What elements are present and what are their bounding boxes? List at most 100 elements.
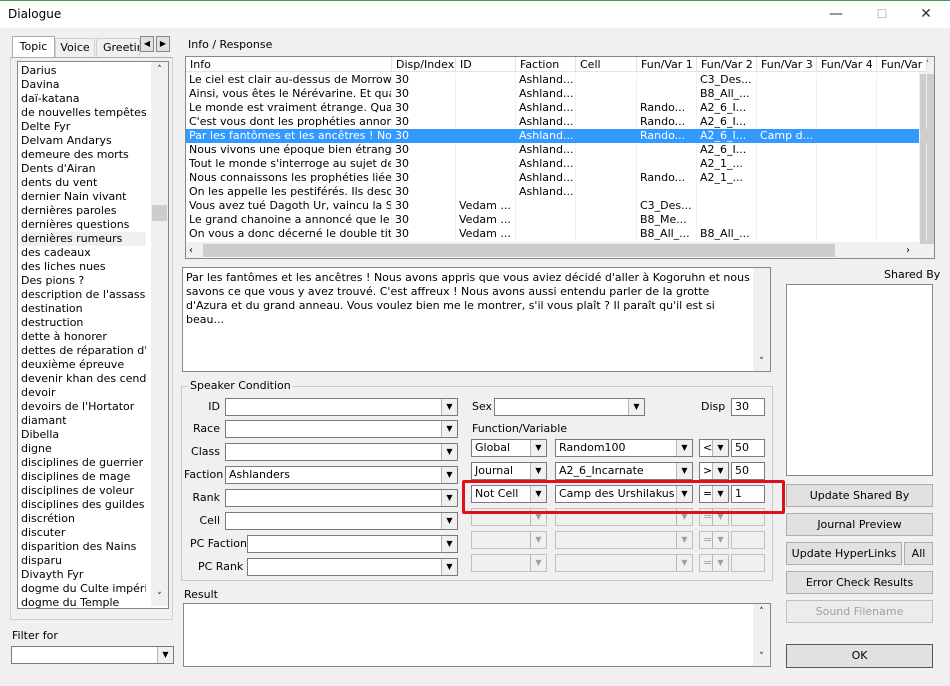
table-cell[interactable]: Ashland... [516, 185, 576, 199]
table-cell[interactable] [877, 73, 927, 87]
tab-scroll-left-button[interactable]: ◀ [140, 36, 154, 52]
table-cell[interactable] [877, 143, 927, 157]
table-cell[interactable] [456, 143, 516, 157]
field-combo[interactable]: ▼ [225, 398, 458, 416]
compare-op-combo[interactable]: = ▼ [699, 531, 729, 549]
table-cell[interactable]: A2_1_... [697, 171, 757, 185]
column-header[interactable]: ID [456, 57, 516, 72]
chevron-left-icon[interactable]: ‹ [189, 242, 193, 258]
grid-hscrollbar[interactable]: ‹ › [186, 242, 919, 258]
error-check-results-button[interactable]: Error Check Results [786, 571, 933, 594]
table-cell[interactable] [817, 143, 877, 157]
function-type-combo[interactable]: ▼ [471, 554, 547, 572]
table-cell[interactable]: Ashland... [516, 157, 576, 171]
table-cell[interactable] [576, 157, 637, 171]
table-cell[interactable]: Ashland... [516, 129, 576, 143]
grid-hscroll-thumb[interactable] [203, 244, 835, 257]
minimize-button[interactable]: — [814, 3, 858, 25]
topic-item[interactable]: description de l'assassin [21, 288, 146, 302]
topic-item[interactable]: destination [21, 302, 146, 316]
topic-item[interactable]: dernier Nain vivant [21, 190, 146, 204]
table-cell[interactable]: Nous vivons une époque bien étrange.... [186, 143, 392, 157]
topic-item[interactable]: disciplines de mage [21, 470, 146, 484]
topic-item[interactable]: Dents d'Airan [21, 162, 146, 176]
table-cell[interactable] [456, 115, 516, 129]
table-cell[interactable] [637, 185, 697, 199]
table-cell[interactable] [757, 199, 817, 213]
table-cell[interactable]: A2_6_I... [697, 101, 757, 115]
table-cell[interactable] [757, 87, 817, 101]
table-cell[interactable]: Rando... [637, 171, 697, 185]
journal-preview-button[interactable]: Journal Preview [786, 513, 933, 536]
table-cell[interactable] [456, 157, 516, 171]
table-cell[interactable]: Le ciel est clair au-dessus de Morrowin.… [186, 73, 392, 87]
table-cell[interactable]: A2_6_I... [697, 115, 757, 129]
table-cell[interactable] [576, 115, 637, 129]
table-cell[interactable]: Ashland... [516, 101, 576, 115]
chevron-down-icon[interactable]: ˅ [753, 354, 770, 371]
table-cell[interactable] [456, 129, 516, 143]
compare-op-combo[interactable]: >=▼ [699, 462, 729, 480]
chevron-up-icon[interactable]: ˄ [753, 604, 770, 621]
topic-item[interactable]: des cadeaux [21, 246, 146, 260]
table-cell[interactable]: Ashland... [516, 87, 576, 101]
table-cell[interactable]: A2_6_I... [697, 129, 757, 143]
field-combo[interactable]: ▼ [225, 489, 458, 507]
field-combo[interactable]: ▼ [247, 535, 458, 553]
chevron-down-icon[interactable]: ˅ [753, 649, 770, 666]
table-cell[interactable] [576, 87, 637, 101]
topic-item[interactable]: dogme du Culte impérial [21, 582, 146, 596]
table-cell[interactable] [697, 199, 757, 213]
table-cell[interactable] [516, 213, 576, 227]
table-cell[interactable] [576, 171, 637, 185]
table-cell[interactable]: Le monde est vraiment étrange. Quand... [186, 101, 392, 115]
table-cell[interactable] [456, 101, 516, 115]
table-cell[interactable]: C3_Des... [697, 73, 757, 87]
table-cell[interactable] [637, 87, 697, 101]
topic-item[interactable]: Divayth Fyr [21, 568, 146, 582]
table-cell[interactable]: 30 [392, 157, 456, 171]
table-cell[interactable] [516, 199, 576, 213]
compare-op-combo[interactable]: = ▼ [699, 554, 729, 572]
table-cell[interactable]: Ashland... [516, 73, 576, 87]
chevron-right-icon[interactable]: › [906, 242, 910, 258]
table-cell[interactable] [456, 171, 516, 185]
field-combo[interactable]: ▼ [225, 512, 458, 530]
topic-item[interactable]: Des pions ? [21, 274, 146, 288]
table-cell[interactable] [637, 73, 697, 87]
table-cell[interactable]: 30 [392, 101, 456, 115]
table-cell[interactable]: Vedam ... [456, 199, 516, 213]
function-type-combo[interactable]: Global ▼ [471, 439, 547, 457]
table-cell[interactable] [757, 73, 817, 87]
table-cell[interactable] [637, 143, 697, 157]
table-cell[interactable] [576, 143, 637, 157]
column-header[interactable]: Info [186, 57, 392, 72]
table-cell[interactable] [877, 129, 927, 143]
table-cell[interactable] [817, 115, 877, 129]
table-cell[interactable] [456, 87, 516, 101]
table-cell[interactable] [757, 213, 817, 227]
column-header[interactable]: Fun/Var 4 [817, 57, 877, 72]
response-scrollbar[interactable]: ˅ [753, 268, 770, 371]
function-type-combo[interactable]: ▼ [471, 531, 547, 549]
table-cell[interactable]: On vous a donc décerné le double titre..… [186, 227, 392, 241]
table-cell[interactable]: C3_Des... [637, 199, 697, 213]
table-cell[interactable]: 30 [392, 199, 456, 213]
table-cell[interactable]: Ainsi, vous êtes le Nérévarine. Et quan.… [186, 87, 392, 101]
function-name-combo[interactable]: ▼ [555, 531, 693, 549]
table-cell[interactable]: 30 [392, 171, 456, 185]
table-cell[interactable]: 30 [392, 115, 456, 129]
column-header[interactable]: Faction [516, 57, 576, 72]
tab-scroll-right-button[interactable]: ▶ [156, 36, 170, 52]
table-cell[interactable] [697, 185, 757, 199]
topic-item[interactable]: Davina [21, 78, 146, 92]
table-cell[interactable]: Ashland... [516, 115, 576, 129]
topic-item[interactable]: de nouvelles tempêtes ... [21, 106, 146, 120]
topic-item[interactable]: dogme du Temple [21, 596, 146, 608]
topic-item[interactable]: dernières rumeurs [21, 232, 146, 246]
table-cell[interactable]: C'est vous dont les prophéties annonc... [186, 115, 392, 129]
all-button[interactable]: All [904, 542, 933, 565]
topic-item[interactable]: dernières paroles [21, 204, 146, 218]
table-cell[interactable] [817, 101, 877, 115]
response-textarea[interactable]: Par les fantômes et les ancêtres ! Nous … [182, 267, 771, 372]
